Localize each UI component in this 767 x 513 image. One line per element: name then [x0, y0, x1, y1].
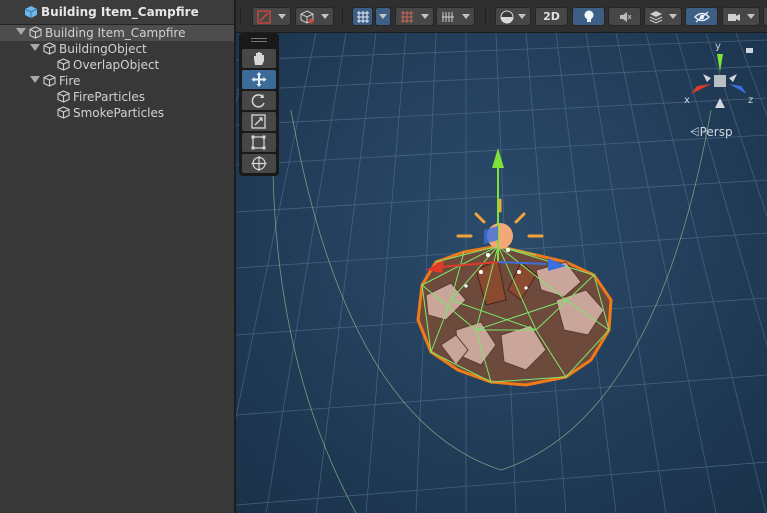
gizmo-y-axis[interactable]: [717, 54, 723, 72]
scene-view[interactable]: 2D y x z ⩤Persp: [236, 0, 767, 513]
chevron-down-icon: [518, 14, 526, 19]
layers-icon: [649, 10, 663, 27]
rotate-tool-button[interactable]: [242, 91, 276, 110]
hierarchy-title: Building Item_Campfire: [41, 5, 199, 19]
chevron-down-icon: [747, 14, 755, 19]
hierarchy-item-label: Building Item_Campfire: [45, 26, 186, 40]
gameobject-cube-icon: [43, 42, 56, 58]
hierarchy-item-fire[interactable]: Fire: [0, 73, 234, 89]
hierarchy-panel: Building Item_Campfire Building Item_Cam…: [0, 0, 234, 513]
projection-toggle[interactable]: ⩤Persp: [690, 125, 733, 140]
toolbar-separator: [342, 8, 343, 25]
gizmo-neg-y-axis[interactable]: [715, 98, 725, 108]
grid-visibility-dropdown[interactable]: [436, 7, 475, 26]
scale-tool-button[interactable]: [242, 112, 276, 131]
gizmo-x-axis[interactable]: [691, 84, 711, 94]
expand-arrow-icon[interactable]: [30, 76, 40, 83]
rotate-icon: [251, 94, 265, 108]
hierarchy-item-label: BuildingObject: [59, 42, 147, 56]
tool-palette: [239, 33, 279, 176]
gameobject-cube-icon: [29, 26, 42, 42]
shading-dropdown[interactable]: [295, 7, 334, 26]
gameobject-cube-icon: [57, 90, 70, 106]
prefab-icon: [24, 5, 38, 22]
projection-arrow-icon: ⩤: [690, 125, 700, 139]
move-arrows-icon: [251, 72, 267, 87]
hidden-objects-toggle[interactable]: [685, 7, 718, 26]
scale-icon: [251, 114, 266, 129]
hand-icon: [254, 52, 264, 65]
lighting-toggle[interactable]: [572, 7, 605, 26]
snap-increment-icon: [400, 10, 414, 27]
hierarchy-item-label: SmokeParticles: [73, 106, 165, 120]
hierarchy-item-label: OverlapObject: [73, 58, 160, 72]
snap-increment-dropdown[interactable]: [395, 7, 434, 26]
gameobject-cube-icon: [57, 58, 70, 74]
eye-slash-icon: [694, 10, 710, 27]
hierarchy-item-label: FireParticles: [73, 90, 146, 104]
gameobject-cube-icon: [43, 74, 56, 90]
hierarchy-item-smokeparticles[interactable]: SmokeParticles: [0, 105, 234, 121]
transform-icon: [251, 156, 267, 171]
projection-label: Persp: [699, 125, 733, 139]
gizmo-neg-z-axis[interactable]: [703, 74, 711, 82]
rect-transform-icon: [251, 135, 266, 150]
gizmo-z-axis[interactable]: [729, 84, 747, 94]
hierarchy-item-overlapobject[interactable]: OverlapObject: [0, 57, 234, 73]
shading-cube-icon: [300, 10, 314, 27]
gizmo-z-label: z: [748, 95, 753, 106]
2d-toggle[interactable]: 2D: [535, 7, 568, 26]
hand-tool-button[interactable]: [242, 49, 276, 68]
gizmo-x-label: x: [684, 95, 690, 106]
chevron-down-icon: [321, 14, 329, 19]
expand-arrow-icon[interactable]: [30, 44, 40, 51]
chevron-down-icon: [669, 14, 677, 19]
hierarchy-item-buildingobject[interactable]: BuildingObject: [0, 41, 234, 57]
toolbar-overflow-button[interactable]: [763, 7, 767, 26]
draw-mode-dropdown[interactable]: [252, 7, 291, 26]
grid-snap-dropdown[interactable]: [375, 7, 391, 26]
render-mode-dropdown[interactable]: [495, 7, 531, 26]
tool-palette-grip[interactable]: [251, 38, 267, 39]
draw-mode-icon: [257, 10, 271, 27]
gameobject-cube-icon: [57, 106, 70, 122]
chevron-down-icon: [278, 14, 286, 19]
grid-snap-toggle[interactable]: [352, 7, 373, 26]
chevron-down-icon: [421, 14, 429, 19]
camera-dropdown[interactable]: [722, 7, 760, 26]
sphere-icon: [500, 10, 514, 27]
lightbulb-icon: [583, 10, 595, 27]
camera-icon: [727, 10, 741, 27]
gizmo-neg-x-axis[interactable]: [729, 74, 737, 82]
hierarchy-header[interactable]: Building Item_Campfire: [0, 0, 234, 25]
expand-arrow-icon[interactable]: [16, 28, 26, 35]
audio-toggle[interactable]: [608, 7, 641, 26]
grid-snap-icon: [356, 10, 370, 27]
toolbar-grip[interactable]: [240, 8, 241, 25]
move-tool-button[interactable]: [242, 70, 276, 89]
gizmo-center[interactable]: [714, 75, 726, 87]
toolbar-separator: [485, 8, 486, 25]
transform-tool-button[interactable]: [242, 154, 276, 173]
hierarchy-item-building-item-campfire[interactable]: Building Item_Campfire: [0, 25, 234, 41]
hierarchy-item-fireparticles[interactable]: FireParticles: [0, 89, 234, 105]
effects-dropdown[interactable]: [644, 7, 682, 26]
chevron-down-icon: [379, 14, 387, 19]
rect-tool-button[interactable]: [242, 133, 276, 152]
2d-label: 2D: [543, 10, 560, 23]
grid-visibility-icon: [441, 10, 455, 27]
hierarchy-item-label: Fire: [59, 74, 81, 88]
gizmo-y-label: y: [715, 41, 721, 52]
scene-toolbar: 2D: [236, 0, 767, 33]
chevron-down-icon: [462, 14, 470, 19]
speaker-muted-icon: [618, 10, 632, 27]
